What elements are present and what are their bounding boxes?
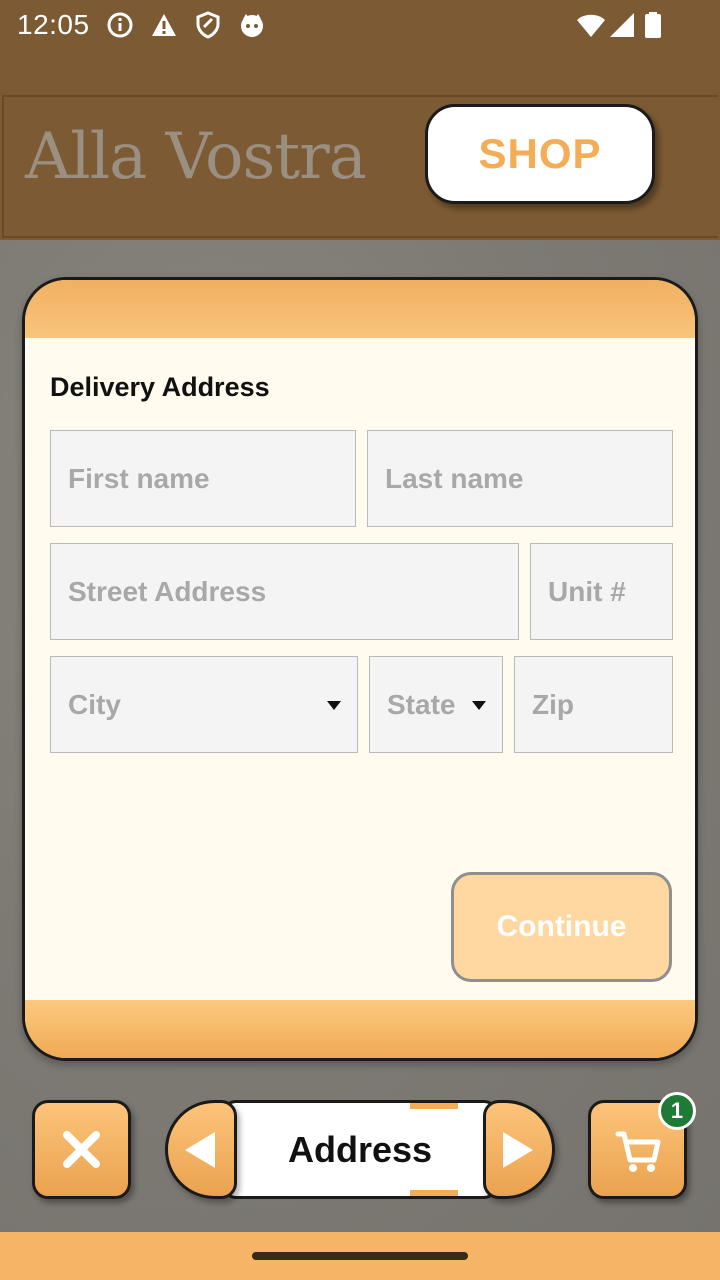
city-placeholder: City: [68, 688, 121, 720]
state-placeholder: State: [387, 688, 456, 720]
home-gesture-handle[interactable]: [252, 1252, 468, 1260]
street-address-input[interactable]: [68, 544, 518, 639]
unit-field[interactable]: [530, 543, 673, 640]
first-name-field[interactable]: [50, 430, 356, 527]
shop-button[interactable]: SHOP: [425, 104, 655, 204]
cart-count-badge: 1: [658, 1092, 696, 1130]
first-name-input[interactable]: [68, 431, 355, 526]
status-bar: 12:05: [0, 0, 720, 50]
wifi-icon: [577, 14, 605, 37]
modal-top-band: [25, 280, 695, 338]
close-icon: [63, 1131, 100, 1168]
zip-field[interactable]: [514, 656, 673, 753]
battery-icon: [645, 12, 661, 38]
cat-icon: [241, 14, 263, 37]
city-dropdown[interactable]: City: [50, 656, 358, 753]
info-icon: [107, 12, 133, 38]
signal-icon: [610, 13, 634, 37]
chevron-down-icon: [472, 701, 486, 710]
continue-button[interactable]: Continue: [451, 872, 672, 982]
arrow-left-icon: [185, 1132, 215, 1168]
address-modal: Delivery Address City State Continue: [22, 277, 698, 1061]
status-time: 12:05: [17, 9, 90, 40]
shield-icon: [196, 11, 220, 39]
unit-input[interactable]: [548, 544, 672, 639]
brand-logo: Alla Vostra: [25, 120, 367, 194]
close-button[interactable]: [32, 1100, 131, 1199]
street-address-field[interactable]: [50, 543, 519, 640]
step-label: Address: [287, 1128, 433, 1170]
zip-input[interactable]: [532, 657, 672, 752]
chevron-down-icon: [327, 701, 341, 710]
next-step-button[interactable]: [483, 1100, 555, 1199]
form-title: Delivery Address: [50, 372, 270, 402]
previous-step-button[interactable]: [165, 1100, 237, 1199]
arrow-right-icon: [503, 1132, 533, 1168]
last-name-field[interactable]: [367, 430, 673, 527]
state-dropdown[interactable]: State: [369, 656, 503, 753]
modal-bottom-band: [25, 1000, 695, 1058]
last-name-input[interactable]: [385, 431, 672, 526]
warning-icon: [152, 14, 176, 36]
